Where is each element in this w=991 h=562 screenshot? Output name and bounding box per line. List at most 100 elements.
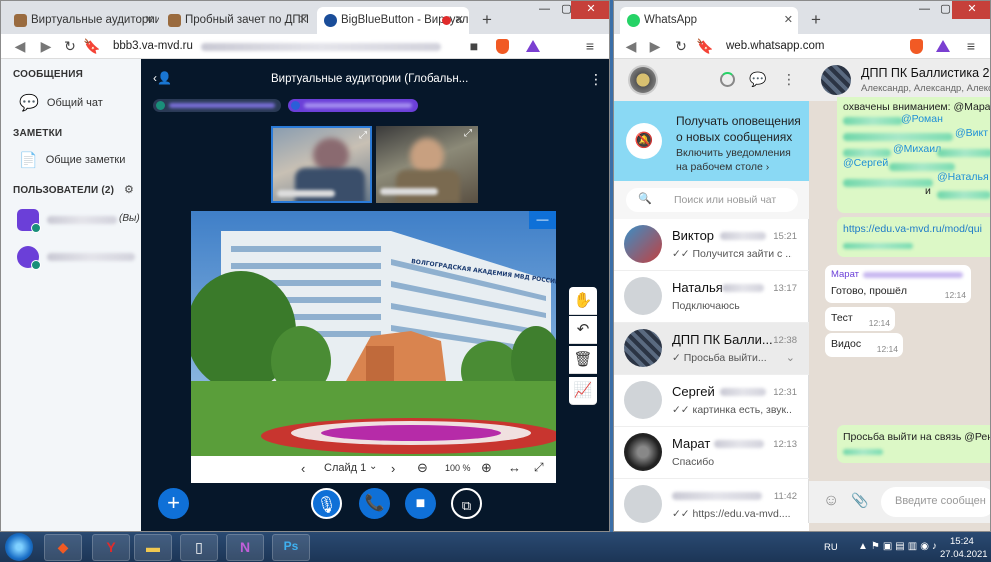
message-incoming-marat[interactable]: Марат Готово, прошёл 12:14 [825,265,971,303]
back-icon[interactable]: ◀ [622,37,640,55]
chat-item-natalya[interactable]: Наталья 13:17 Подключаюсь [614,271,809,323]
bell-off-icon: 🔕 [626,123,662,159]
chat-preview: Подключаюсь [672,300,740,312]
tray-icons[interactable]: ▲⚑▣▤▥◉♪ [858,541,940,552]
zoom-out-button[interactable]: ⊖ [417,460,428,476]
tab-virtual-rooms[interactable]: Виртуальные аудитории ✕ [7,7,159,34]
taskbar-brave[interactable]: ◆ [44,534,82,561]
bookmark-icon[interactable]: 🔖 [696,37,714,55]
taskbar-photoshop[interactable]: Ps [272,534,310,561]
tab-bigbluebutton[interactable]: BigBlueButton - Виртуал ✕ [317,7,469,34]
share-screen-button[interactable]: ⧉ [451,488,482,519]
tab-whatsapp[interactable]: WhatsApp ✕ [620,7,798,34]
search-box[interactable]: 🔍 Поиск или новый чат [626,188,798,212]
actions-plus-button[interactable]: + [158,488,189,519]
chat-item-marat[interactable]: Марат 12:13 Спасибо [614,427,809,479]
user-item-self[interactable]: (Вы) [15,207,140,233]
new-tab-button[interactable]: + [806,10,826,30]
minimize-presentation-button[interactable]: — [529,211,556,229]
menu-icon[interactable]: ≡ [962,37,980,55]
close-window-button[interactable]: ✕ [952,1,990,19]
close-tab-icon[interactable]: ✕ [299,7,308,34]
forward-icon[interactable]: ▶ [646,37,664,55]
hand-tool-button[interactable]: ✋ [569,287,597,315]
close-tab-icon[interactable]: ✕ [145,7,154,34]
menu-icon[interactable]: ≡ [581,37,599,55]
options-icon[interactable]: ⋮ [589,71,603,88]
forward-icon[interactable]: ▶ [37,37,55,55]
close-tab-icon[interactable]: ✕ [784,7,793,34]
reload-icon[interactable]: ↻ [61,37,79,55]
webcam-video-2[interactable]: ⤢ [376,126,478,203]
share-webcam-button[interactable]: ■ [405,488,436,519]
taskbar-explorer[interactable]: ▬ [134,534,172,561]
taskbar-phone-app[interactable]: ▯ [180,534,218,561]
prev-slide-button[interactable]: ‹ [301,461,305,476]
shared-notes-item[interactable]: 📄 Общие заметки [19,151,125,169]
chat-item-unnamed[interactable]: 11:42 ✓✓ https://edu.va-mvd.... [614,479,809,531]
chat-item-dpp-group[interactable]: ДПП ПК Балли... 12:38 ✓ Просьба выйти...… [614,323,809,375]
status-icon[interactable] [720,72,735,87]
search-input[interactable]: Поиск или новый чат [674,194,776,206]
clock-time[interactable]: 15:24 [950,536,974,547]
start-button[interactable] [5,533,33,561]
fit-width-button[interactable]: ↔ [508,460,521,475]
message-incoming-video[interactable]: Видос 12:14 [825,333,903,357]
search-icon: 🔍 [638,193,652,205]
leave-audio-phone-button[interactable]: 📞 [359,488,390,519]
address-bar[interactable]: bbb3.va-mvd.ru [113,40,193,52]
bookmark-icon[interactable]: 🔖 [83,37,101,55]
address-bar[interactable]: web.whatsapp.com [726,40,824,52]
close-tab-icon[interactable]: ✕ [455,7,464,34]
public-chat-item[interactable]: 💬 Общий чат [19,93,103,113]
clock-date[interactable]: 27.04.2021 [940,549,988,560]
user-list-toggle-icon[interactable]: ‹👤 [153,71,172,85]
notification-banner[interactable]: 🔕 Получать оповещения о новых сообщениях… [614,101,809,181]
fullscreen-icon[interactable]: ⤢ [359,130,367,141]
message-link[interactable]: https://edu.va-mvd.ru/mod/qui [843,223,982,235]
close-window-button[interactable]: ✕ [571,1,609,19]
fullscreen-icon[interactable]: ⤢ [534,460,544,475]
next-slide-button[interactable]: › [391,461,395,476]
message-outgoing-mentions[interactable]: охвачены вниманием: @Мара @Роман @Викт @… [837,97,990,213]
brave-rewards-icon[interactable] [526,40,540,52]
webcam-video-1[interactable]: ⤢ [271,126,372,203]
camera-icon[interactable]: ■ [465,37,483,55]
presentation-slide[interactable]: ВОЛГОГРАДСКАЯ АКАДЕМИЯ МВД РОССИИ — [191,211,556,483]
message-outgoing-request[interactable]: Просьба выйти на связь @Рен [837,425,990,463]
brave-shield-icon[interactable] [910,39,923,54]
taskbar-onenote[interactable]: N [226,534,264,561]
brave-rewards-icon[interactable] [936,40,950,52]
clear-trash-button[interactable]: 🗑 [569,346,597,374]
chat-members: Александр, Александр, Алекс [861,83,991,94]
zoom-in-button[interactable]: ⊕ [481,460,492,476]
brave-shield-icon[interactable] [496,39,509,54]
chat-item-viktor[interactable]: Виктор 15:21 ✓✓ Получится зайти с ... [614,219,809,271]
users-settings-gear-icon[interactable]: ⚙ [124,183,134,196]
chevron-down-icon[interactable]: ⌄ [786,351,795,364]
undo-button[interactable]: ↶ [569,316,597,344]
new-tab-button[interactable]: + [477,10,497,30]
mute-mic-button[interactable]: 🎙 [311,488,342,519]
new-chat-icon[interactable]: 💬 [749,71,766,88]
reload-icon[interactable]: ↻ [672,37,690,55]
menu-dots-icon[interactable]: ⋮ [782,71,796,88]
back-icon[interactable]: ◀ [11,37,29,55]
zoom-level[interactable]: 100 % [445,463,471,473]
user-item-other[interactable] [15,245,137,271]
fullscreen-icon[interactable]: ⤢ [464,128,472,139]
conversation-header[interactable]: ДПП ПК Баллистика 20 Александр, Александ… [809,59,991,101]
attach-icon[interactable]: 📎 [851,492,868,509]
chat-item-sergey[interactable]: Сергей 12:31 ✓✓ картинка есть, звук... [614,375,809,427]
slide-selector[interactable]: Слайд 1 [324,462,366,474]
message-incoming-test[interactable]: Тест 12:14 [825,307,895,331]
taskbar-yandex[interactable]: Y [92,534,130,561]
language-indicator[interactable]: RU [824,542,838,553]
tab-trial-test[interactable]: Пробный зачет по ДПП ПК Суд ✕ [161,7,313,34]
emoji-icon[interactable]: ☺ [823,492,839,510]
enable-notifications-link[interactable]: Включить уведомления на рабочем столе › [676,146,801,174]
avatar[interactable] [628,65,658,95]
message-input[interactable]: Введите сообщен [881,487,990,517]
multi-user-whiteboard-button[interactable]: 📈 [569,377,597,405]
message-outgoing-link[interactable]: https://edu.va-mvd.ru/mod/qui [837,217,990,257]
